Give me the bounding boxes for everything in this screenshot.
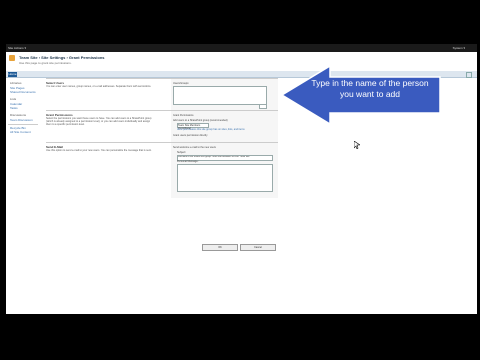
- mouse-cursor-icon: [354, 141, 360, 149]
- callout-text: Type in the name of the person you want …: [311, 78, 429, 99]
- callout-arrow: [280, 64, 441, 126]
